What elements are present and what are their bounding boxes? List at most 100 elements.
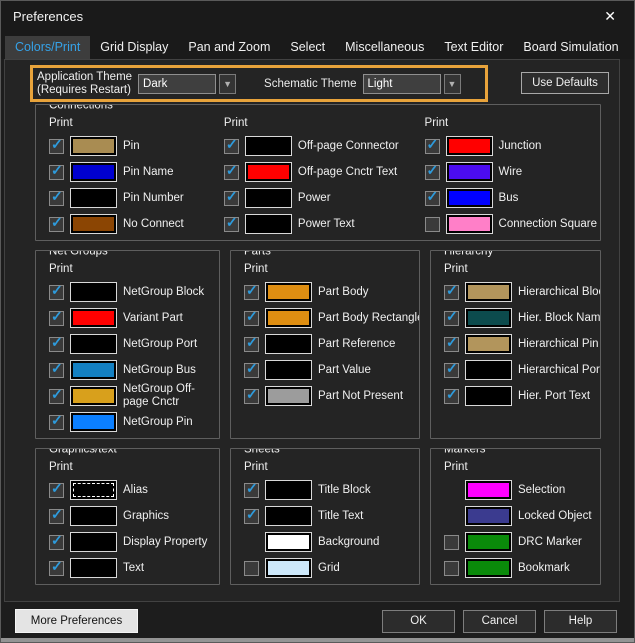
color-swatch[interactable] <box>465 506 512 526</box>
color-swatch[interactable] <box>265 360 312 380</box>
print-checkbox[interactable]: ✓ <box>49 285 64 300</box>
tab-board-simulation[interactable]: Board Simulation <box>513 36 628 59</box>
color-swatch[interactable] <box>465 282 512 302</box>
print-checkbox[interactable]: ✓ <box>49 509 64 524</box>
print-checkbox[interactable]: ✓ <box>444 285 459 300</box>
color-swatch[interactable] <box>70 136 117 156</box>
color-swatch[interactable] <box>70 162 117 182</box>
color-swatch[interactable] <box>70 506 117 526</box>
use-defaults-button[interactable]: Use Defaults <box>521 72 609 94</box>
color-swatch[interactable] <box>70 480 117 500</box>
print-checkbox[interactable]: ✓ <box>444 337 459 352</box>
print-checkbox[interactable]: ✓ <box>224 217 239 232</box>
application-theme-dropdown[interactable]: Dark ▼ <box>138 74 236 94</box>
more-preferences-button[interactable]: More Preferences <box>15 609 138 633</box>
color-swatch[interactable] <box>265 506 312 526</box>
print-checkbox[interactable]: ✓ <box>425 191 440 206</box>
print-checkbox[interactable]: ✓ <box>49 311 64 326</box>
print-checkbox[interactable]: ✓ <box>49 191 64 206</box>
close-icon[interactable]: ✕ <box>598 6 622 27</box>
print-checkbox[interactable]: ✓ <box>49 389 64 404</box>
print-checkbox[interactable]: ✓ <box>244 285 259 300</box>
color-swatch[interactable] <box>265 386 312 406</box>
color-swatch[interactable] <box>465 480 512 500</box>
cancel-button[interactable]: Cancel <box>463 610 536 633</box>
ok-button[interactable]: OK <box>382 610 455 633</box>
print-checkbox[interactable]: ✓ <box>244 311 259 326</box>
print-checkbox[interactable]: ✓ <box>49 483 64 498</box>
print-checkbox[interactable] <box>244 561 259 576</box>
print-checkbox[interactable]: ✓ <box>224 165 239 180</box>
print-checkbox[interactable]: ✓ <box>49 139 64 154</box>
tab-select[interactable]: Select <box>280 36 335 59</box>
schematic-theme-dropdown[interactable]: Light ▼ <box>363 74 461 94</box>
print-checkbox[interactable]: ✓ <box>49 165 64 180</box>
color-swatch[interactable] <box>70 214 117 234</box>
print-checkbox[interactable]: ✓ <box>425 139 440 154</box>
color-swatch[interactable] <box>70 558 117 578</box>
color-swatch[interactable] <box>70 532 117 552</box>
color-swatch[interactable] <box>465 558 512 578</box>
print-checkbox[interactable] <box>444 561 459 576</box>
print-checkbox[interactable] <box>425 217 440 232</box>
color-swatch[interactable] <box>70 282 117 302</box>
print-checkbox[interactable]: ✓ <box>49 561 64 576</box>
color-swatch[interactable] <box>70 334 117 354</box>
color-swatch[interactable] <box>265 282 312 302</box>
color-swatch[interactable] <box>70 308 117 328</box>
swatch-fill <box>468 483 509 497</box>
tab-text-editor[interactable]: Text Editor <box>434 36 513 59</box>
print-checkbox[interactable]: ✓ <box>49 415 64 430</box>
color-swatch[interactable] <box>465 334 512 354</box>
color-swatch[interactable] <box>70 412 117 432</box>
print-checkbox[interactable]: ✓ <box>49 535 64 550</box>
color-swatch[interactable] <box>465 308 512 328</box>
print-checkbox[interactable]: ✓ <box>244 389 259 404</box>
swatch-fill <box>268 389 309 403</box>
schematic-theme-value[interactable]: Light <box>363 74 441 94</box>
color-swatch[interactable] <box>245 214 292 234</box>
color-swatch[interactable] <box>245 136 292 156</box>
print-checkbox[interactable]: ✓ <box>244 483 259 498</box>
chevron-down-icon[interactable]: ▼ <box>444 74 461 94</box>
print-checkbox[interactable]: ✓ <box>425 165 440 180</box>
color-row-locked-object: Locked Object <box>444 503 597 529</box>
color-swatch[interactable] <box>70 386 117 406</box>
color-swatch[interactable] <box>70 360 117 380</box>
print-checkbox[interactable]: ✓ <box>244 337 259 352</box>
color-swatch[interactable] <box>265 532 312 552</box>
color-swatch[interactable] <box>265 334 312 354</box>
print-checkbox[interactable]: ✓ <box>224 191 239 206</box>
chevron-down-icon[interactable]: ▼ <box>219 74 236 94</box>
color-swatch[interactable] <box>265 558 312 578</box>
print-checkbox[interactable]: ✓ <box>444 363 459 378</box>
tab-miscellaneous[interactable]: Miscellaneous <box>335 36 434 59</box>
color-swatch[interactable] <box>465 532 512 552</box>
print-checkbox[interactable]: ✓ <box>444 389 459 404</box>
print-checkbox[interactable]: ✓ <box>49 217 64 232</box>
tab-colors-print[interactable]: Colors/Print <box>5 36 90 59</box>
print-checkbox[interactable]: ✓ <box>224 139 239 154</box>
color-swatch[interactable] <box>70 188 117 208</box>
print-checkbox[interactable]: ✓ <box>444 311 459 326</box>
color-swatch[interactable] <box>446 214 493 234</box>
tab-pan-and-zoom[interactable]: Pan and Zoom <box>178 36 280 59</box>
help-button[interactable]: Help <box>544 610 617 633</box>
print-checkbox[interactable]: ✓ <box>244 363 259 378</box>
color-swatch[interactable] <box>465 360 512 380</box>
print-checkbox[interactable] <box>444 535 459 550</box>
color-swatch[interactable] <box>446 188 493 208</box>
print-checkbox[interactable]: ✓ <box>49 363 64 378</box>
color-swatch[interactable] <box>265 480 312 500</box>
color-swatch[interactable] <box>465 386 512 406</box>
color-swatch[interactable] <box>446 162 493 182</box>
tab-grid-display[interactable]: Grid Display <box>90 36 178 59</box>
color-swatch[interactable] <box>446 136 493 156</box>
application-theme-value[interactable]: Dark <box>138 74 216 94</box>
color-swatch[interactable] <box>245 188 292 208</box>
group-column: Print✓Alias✓Graphics✓Display Property✓Te… <box>49 461 216 581</box>
print-checkbox[interactable]: ✓ <box>49 337 64 352</box>
color-swatch[interactable] <box>245 162 292 182</box>
color-swatch[interactable] <box>265 308 312 328</box>
print-checkbox[interactable]: ✓ <box>244 509 259 524</box>
